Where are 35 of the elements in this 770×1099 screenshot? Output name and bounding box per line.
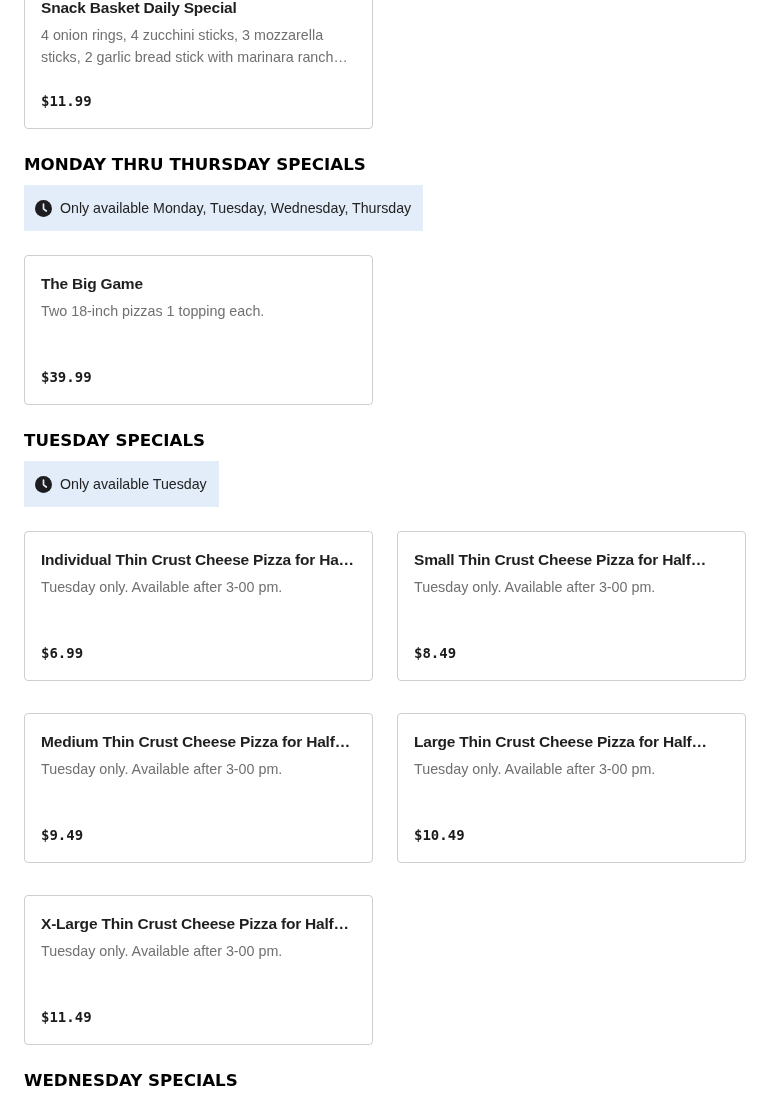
item-price: $9.49 <box>41 826 84 845</box>
section-heading: MONDAY THRU THURSDAY SPECIALS <box>24 153 366 175</box>
item-title: X-Large Thin Crust Cheese Pizza for Half… <box>41 914 349 934</box>
availability-text: Only available Tuesday <box>60 476 207 492</box>
item-description: Tuesday only. Available after 3-00 pm. <box>414 760 656 779</box>
section-heading: TUESDAY SPECIALS <box>24 429 206 451</box>
item-price: $39.99 <box>41 368 92 387</box>
item-price: $10.49 <box>414 826 465 845</box>
availability-text: Only available Monday, Tuesday, Wednesday, Thursday <box>60 200 412 216</box>
item-title: Snack Basket Daily Special <box>41 0 237 18</box>
menu-item-card[interactable]: The Big Game Two 18-inch pizzas 1 topping each. $39.99 <box>24 255 373 405</box>
menu-item-card[interactable]: Small Thin Crust Cheese Pizza for Half… Tuesday only. Available after 3-00 pm. $8.49 <box>397 531 746 681</box>
section-heading: WEDNESDAY SPECIALS <box>24 1069 238 1091</box>
item-price: $11.49 <box>41 1008 92 1027</box>
item-price: $8.49 <box>414 644 457 663</box>
item-title: Medium Thin Crust Cheese Pizza for Half… <box>41 732 350 752</box>
item-price: $11.99 <box>41 92 92 111</box>
item-description: 4 onion rings, 4 zucchini sticks, 3 mozzarella sticks, 2 garlic bread stick with marinara ranch… <box>41 26 349 67</box>
menu-item-card[interactable]: Medium Thin Crust Cheese Pizza for Half… Tuesday only. Available after 3-00 pm. $9.49 <box>24 713 373 863</box>
menu-item-card[interactable]: X-Large Thin Crust Cheese Pizza for Half… Tuesday only. Available after 3-00 pm. $11.49 <box>24 895 373 1045</box>
item-description: Tuesday only. Available after 3-00 pm. <box>41 942 283 961</box>
item-description: Two 18-inch pizzas 1 topping each. <box>41 302 265 321</box>
item-title: Small Thin Crust Cheese Pizza for Half… <box>414 550 706 570</box>
menu-item-card[interactable]: Large Thin Crust Cheese Pizza for Half… Tuesday only. Available after 3-00 pm. $10.49 <box>397 713 746 863</box>
item-title: Large Thin Crust Cheese Pizza for Half… <box>414 732 707 752</box>
item-title: Individual Thin Crust Cheese Pizza for Ha… <box>41 550 354 570</box>
item-description: Tuesday only. Available after 3-00 pm. <box>41 578 283 597</box>
menu-item-card[interactable]: Snack Basket Daily Special 4 onion rings, 4 zucchini sticks, 3 mozzarella sticks, 2 garlic bread stick with marinara ranch… $11.99 <box>24 0 373 129</box>
clock-icon <box>35 199 52 217</box>
clock-icon <box>35 475 52 493</box>
item-price: $6.99 <box>41 644 84 663</box>
item-description: Tuesday only. Available after 3-00 pm. <box>414 578 656 597</box>
item-title: The Big Game <box>41 274 143 294</box>
item-description: Tuesday only. Available after 3-00 pm. <box>41 760 283 779</box>
menu-item-card[interactable]: Individual Thin Crust Cheese Pizza for Ha… Tuesday only. Available after 3-00 pm. $6.99 <box>24 531 373 681</box>
